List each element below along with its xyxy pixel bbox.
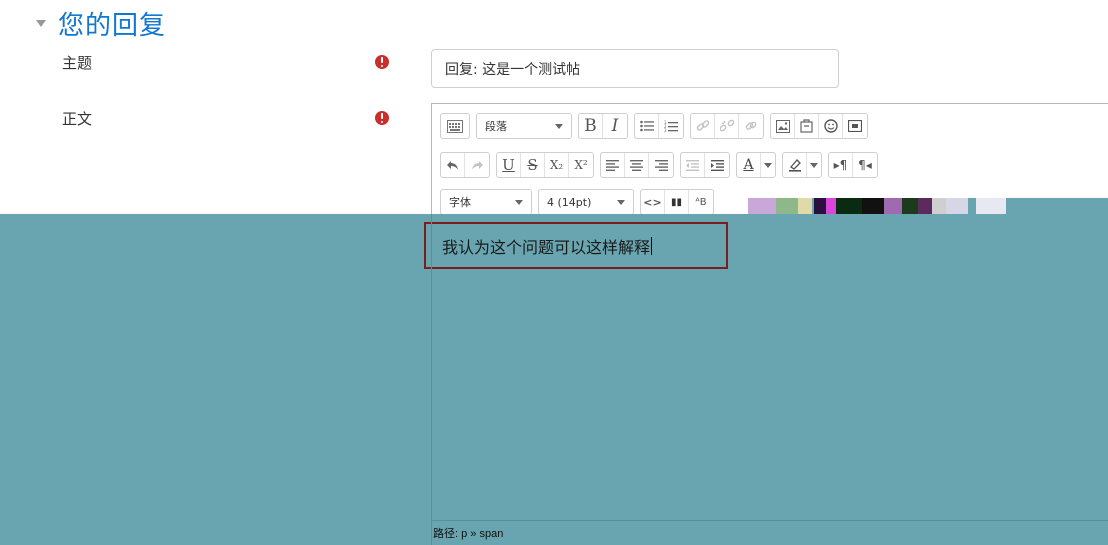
collapse-arrow-icon[interactable] (36, 19, 46, 27)
element-path: 路径: p » span (433, 527, 504, 540)
change-case-icon[interactable]: ᴬB (689, 190, 713, 214)
undo-icon[interactable] (441, 153, 465, 177)
indent-icon[interactable] (705, 153, 729, 177)
editor-text-line[interactable]: 我认为这个问题可以这样解释 (424, 222, 728, 269)
toolbar-group (690, 113, 764, 139)
toolbar-group (440, 113, 470, 139)
font-size-label: 4 (14pt) (547, 195, 592, 209)
toolbar-row-2: U S X₂ X² A ▸¶ ¶◂ (440, 152, 884, 178)
redo-icon[interactable] (465, 153, 489, 177)
required-icon (375, 55, 389, 69)
underline-button[interactable]: U (497, 153, 521, 177)
align-right-icon[interactable] (649, 153, 673, 177)
chevron-down-icon (555, 123, 563, 129)
video-icon[interactable] (843, 114, 867, 138)
toolbar-group (770, 113, 868, 139)
link-icon[interactable] (691, 114, 715, 138)
chevron-down-icon (764, 162, 772, 168)
bold-button[interactable]: B (579, 114, 603, 138)
align-center-icon[interactable] (625, 153, 649, 177)
background-color-icon[interactable] (783, 153, 807, 177)
media-icon[interactable] (795, 114, 819, 138)
chevron-down-icon (617, 199, 625, 205)
text-color-dropdown[interactable] (761, 153, 775, 177)
toolbar-row-1: 段落 B I 123 (440, 113, 874, 139)
toolbar-group: U S X₂ X² (496, 152, 594, 178)
editor-text: 我认为这个问题可以这样解释 (442, 237, 651, 257)
strikethrough-button[interactable]: S (521, 153, 545, 177)
editor-statusbar: 路径: p » span (431, 520, 1108, 544)
search-replace-icon[interactable]: ▮▮ (665, 190, 689, 214)
text-color-icon[interactable]: A (737, 153, 761, 177)
toolbar-group: A (736, 152, 776, 178)
ordered-list-icon[interactable]: 123 (659, 114, 683, 138)
subject-input[interactable] (431, 49, 839, 88)
font-size-dropdown[interactable]: 4 (14pt) (538, 189, 634, 215)
toolbar-group: B I (578, 113, 628, 139)
chevron-down-icon (810, 162, 818, 168)
text-cursor (651, 236, 653, 255)
unlink-icon[interactable] (715, 114, 739, 138)
emoticon-icon[interactable] (819, 114, 843, 138)
align-left-icon[interactable] (601, 153, 625, 177)
ltr-icon[interactable]: ▸¶ (829, 153, 853, 177)
toolbar-group: ▸¶ ¶◂ (828, 152, 878, 178)
section-title: 您的回复 (58, 10, 167, 41)
toolbar-group (440, 152, 490, 178)
editor-border (431, 214, 432, 545)
body-label: 正文 (62, 110, 93, 128)
outdent-icon[interactable] (681, 153, 705, 177)
font-family-label: 字体 (449, 196, 471, 209)
rtl-icon[interactable]: ¶◂ (853, 153, 877, 177)
anchor-icon[interactable] (739, 114, 763, 138)
toolbar-row-3: 字体 4 (14pt) <> ▮▮ ᴬB (440, 189, 720, 215)
background-color-dropdown[interactable] (807, 153, 821, 177)
toolbar-group (782, 152, 822, 178)
toolbar-group (680, 152, 730, 178)
subscript-button[interactable]: X₂ (545, 153, 569, 177)
section-header[interactable]: 您的回复 (36, 6, 167, 41)
superscript-button[interactable]: X² (569, 153, 593, 177)
code-icon[interactable]: <> (641, 190, 665, 214)
unordered-list-icon[interactable] (635, 114, 659, 138)
subject-label: 主题 (62, 54, 93, 72)
format-dropdown[interactable]: 段落 (476, 113, 572, 139)
required-icon (375, 111, 389, 125)
toolbar-group: 123 (634, 113, 684, 139)
image-icon[interactable] (771, 114, 795, 138)
svg-text:3: 3 (664, 128, 667, 133)
italic-button[interactable]: I (603, 114, 627, 138)
chevron-down-icon (515, 199, 523, 205)
toolbar-toggle-icon[interactable] (441, 114, 469, 138)
format-dropdown-label: 段落 (485, 120, 507, 133)
toolbar-group (600, 152, 674, 178)
toolbar-group: <> ▮▮ ᴬB (640, 189, 714, 215)
font-family-dropdown[interactable]: 字体 (440, 189, 532, 215)
